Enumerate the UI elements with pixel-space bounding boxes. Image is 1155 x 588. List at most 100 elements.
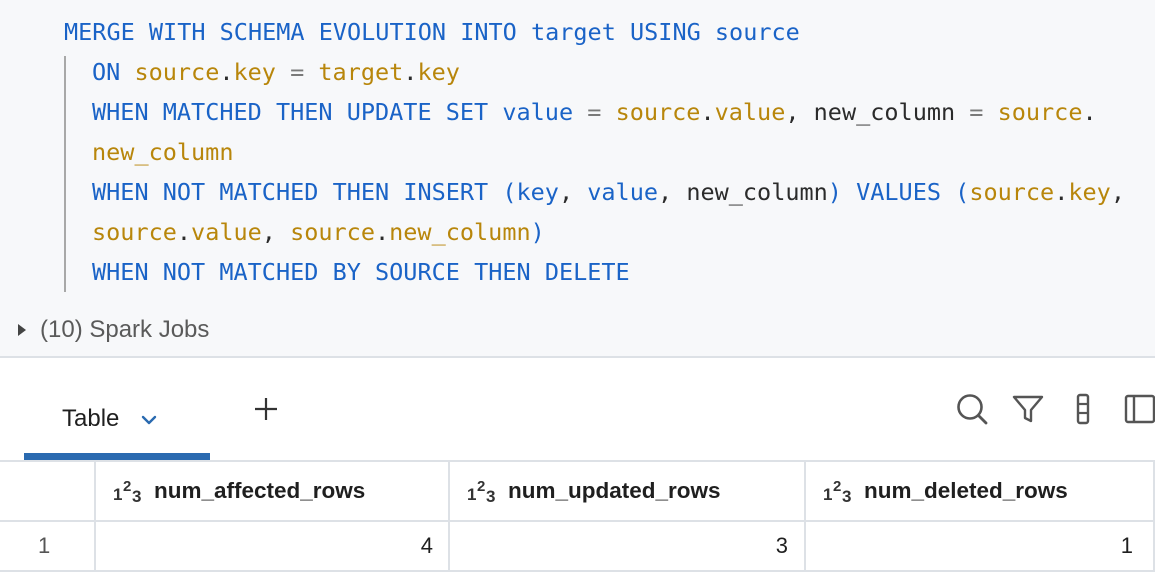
ident-value: value [714,98,786,126]
ident-source: source [997,98,1083,126]
dot: . [219,58,234,86]
kw-then: THEN [275,98,333,126]
svg-text:2: 2 [477,478,485,495]
ident-source: source [290,218,375,246]
paren-close: ) [827,178,842,206]
table-target: target [530,18,616,46]
ident-value: value [191,218,262,246]
dot: . [176,218,192,246]
svg-text:2: 2 [123,478,131,495]
column-new-column: new_column [686,178,828,206]
column-options-icon[interactable] [1066,392,1100,426]
table-cell[interactable]: 3 [450,522,788,570]
table-cell[interactable]: 4 [96,522,433,570]
kw-with: WITH [148,18,206,46]
indent-guide [64,56,66,292]
caret-right-icon[interactable] [18,324,26,336]
ident-source: source [134,58,220,86]
grid-line [0,570,1155,572]
paren-close: ) [530,218,545,246]
comma: , [1110,178,1125,206]
svg-text:1: 1 [113,485,122,504]
dot: . [1054,178,1069,206]
kw-not: NOT [162,178,206,206]
kw-set: SET [445,98,489,126]
svg-text:3: 3 [486,487,495,505]
operator-eq: = [275,58,319,86]
code-editor[interactable]: MERGE WITH SCHEMA EVOLUTION INTO target … [0,0,1155,356]
svg-text:3: 3 [842,487,851,505]
comma: , [658,178,687,206]
active-tab-indicator [24,453,210,460]
spark-jobs-label[interactable]: (10) Spark Jobs [40,316,209,344]
kw-matched: MATCHED [219,258,319,286]
ident-key: key [417,58,460,86]
paren-open: ( [955,178,970,206]
kw-when: WHEN [92,98,149,126]
dot: . [1082,98,1097,126]
ident-source: source [969,178,1055,206]
tab-table-label[interactable]: Table [62,405,119,433]
chevron-down-icon[interactable] [141,414,157,426]
paren-open: ( [502,178,517,206]
ident-target: target [318,58,404,86]
svg-text:1: 1 [823,485,832,504]
panel-toggle-icon[interactable] [1122,392,1155,426]
column-header-label[interactable]: num_deleted_rows [864,478,1068,504]
dot: . [374,218,390,246]
ident-source: source [615,98,701,126]
operator-eq: = [955,98,998,126]
kw-values: VALUES [856,178,941,206]
code-line-2: ON source.key = target.key [92,52,460,92]
code-line-5: WHEN NOT MATCHED BY SOURCE THEN DELETE [92,252,630,292]
tab-table[interactable]: Table [24,378,210,460]
filter-icon[interactable] [1011,392,1045,426]
column-header-num-updated-rows[interactable]: 1 2 3 num_updated_rows [466,462,721,520]
column-new-column: new_column [813,98,956,126]
integer-type-icon: 1 2 3 [113,478,141,505]
kw-on: ON [92,58,121,86]
code-line-4-wrap: source.value, source.new_column) [92,212,545,252]
table-source: source [714,18,800,46]
dot: . [403,58,418,86]
kw-when: WHEN [92,258,149,286]
kw-not: NOT [162,258,206,286]
kw-update: UPDATE [346,98,432,126]
svg-text:3: 3 [132,487,141,505]
kw-matched: MATCHED [162,98,262,126]
dot: . [700,98,715,126]
kw-then: THEN [332,178,390,206]
row-index: 1 [38,533,51,558]
operator-eq: = [573,98,616,126]
column-header-num-deleted-rows[interactable]: 1 2 3 num_deleted_rows [822,462,1068,520]
kw-using: USING [630,18,701,46]
spark-jobs-toggle[interactable]: (10) Spark Jobs [18,312,209,348]
ident-new-column: new_column [389,218,531,246]
code-line-1: MERGE WITH SCHEMA EVOLUTION INTO target … [64,12,800,52]
kw-then: THEN [474,258,531,286]
column-value: value [587,178,659,206]
code-line-3: WHEN MATCHED THEN UPDATE SET value = sou… [92,92,1097,132]
column-header-num-affected-rows[interactable]: 1 2 3 num_affected_rows [112,462,365,520]
code-line-3-wrap: new_column [92,132,233,172]
kw-into: INTO [460,18,517,46]
table-cell[interactable]: 1 [806,522,1133,570]
ident-new-column: new_column [92,138,234,166]
svg-text:1: 1 [467,485,476,504]
column-value: value [502,98,574,126]
comma: , [261,218,291,246]
search-icon[interactable] [955,392,989,426]
kw-when: WHEN [92,178,149,206]
integer-type-icon: 1 2 3 [823,478,851,505]
kw-schema: SCHEMA [219,18,305,46]
divider [0,356,1155,358]
kw-evolution: EVOLUTION [318,18,447,46]
add-tab-icon[interactable] [251,394,281,424]
ident-key: key [1068,178,1111,206]
kw-delete: DELETE [544,258,630,286]
kw-matched: MATCHED [219,178,319,206]
kw-insert: INSERT [403,178,489,206]
column-header-label[interactable]: num_updated_rows [508,478,721,504]
column-header-label[interactable]: num_affected_rows [154,478,365,504]
ident-source: source [92,218,177,246]
